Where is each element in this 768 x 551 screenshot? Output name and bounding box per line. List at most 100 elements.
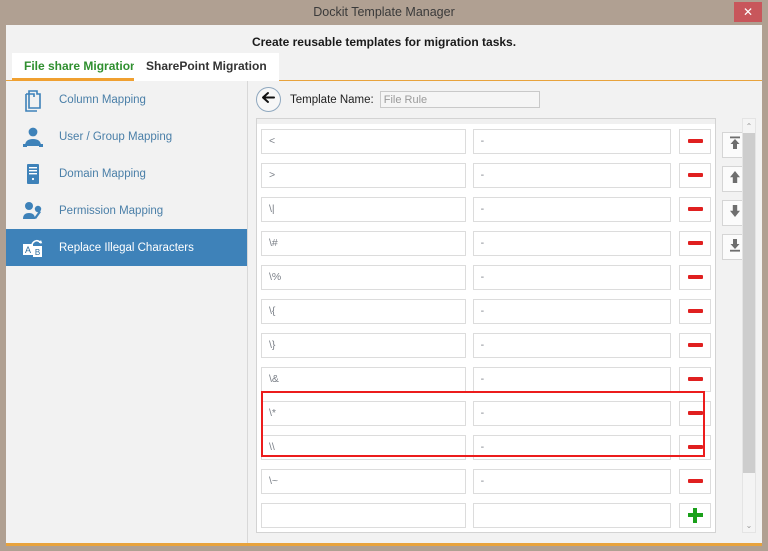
pattern-cell[interactable]: \~ (261, 468, 466, 494)
minus-icon (687, 377, 703, 381)
table-row: \% - (257, 260, 715, 294)
pattern-cell[interactable] (261, 502, 466, 528)
pattern-cell[interactable]: > (261, 162, 466, 188)
remove-rule-button[interactable] (679, 196, 711, 222)
content-frame: Create reusable templates for migration … (6, 25, 762, 546)
scrollbar-thumb[interactable] (743, 133, 755, 473)
move-up-icon (727, 169, 743, 190)
pattern-cell[interactable]: \* (261, 400, 466, 426)
move-to-bottom-icon (727, 237, 743, 258)
user-group-icon (20, 124, 46, 150)
remove-rule-button[interactable] (679, 264, 711, 290)
remove-rule-button[interactable] (679, 128, 711, 154)
scroll-up-icon[interactable]: ⌃ (743, 119, 755, 133)
replacement-cell[interactable]: - (472, 264, 672, 290)
pattern-cell[interactable]: \# (261, 230, 466, 256)
sidebar-item-column-mapping[interactable]: Column Mapping (6, 81, 247, 118)
replacement-cell[interactable]: - (472, 128, 672, 154)
replacement-cell[interactable]: - (472, 230, 672, 256)
sidebar-item-label: Column Mapping (59, 93, 146, 106)
sidebar-item-label: Permission Mapping (59, 204, 164, 217)
documents-icon (20, 87, 46, 113)
table-row: \{- (257, 294, 715, 328)
remove-rule-button[interactable] (679, 298, 711, 324)
replacement-cell[interactable]: - (472, 162, 672, 188)
grid-scrollbar[interactable]: ⌃ ⌄ (742, 118, 756, 533)
minus-icon (687, 343, 703, 347)
sidebar-item-permission-mapping[interactable]: Permission Mapping (6, 192, 247, 229)
remove-rule-button[interactable] (679, 230, 711, 256)
back-button[interactable] (256, 87, 281, 112)
minus-icon (687, 275, 703, 279)
sidebar-item-user-group-mapping[interactable]: User / Group Mapping (6, 118, 247, 155)
body: Column Mapping User / Group Mapping Doma… (6, 81, 762, 543)
permission-key-icon (20, 198, 46, 224)
remove-rule-button[interactable] (679, 468, 711, 494)
table-row: > - (257, 158, 715, 192)
move-to-top-icon (727, 135, 743, 156)
window-title: Dockit Template Manager (313, 5, 455, 19)
table-row: \* - (257, 396, 715, 430)
minus-icon (687, 411, 703, 415)
move-down-icon (727, 203, 743, 224)
pattern-cell[interactable]: \\ (261, 434, 466, 460)
sidebar: Column Mapping User / Group Mapping Doma… (6, 81, 248, 543)
minus-icon (687, 309, 703, 313)
tab-file-share-migration[interactable]: File share Migration (12, 53, 150, 81)
application-window: Dockit Template Manager ✕ Create reusabl… (0, 0, 768, 551)
replacement-cell[interactable]: - (472, 366, 672, 392)
pattern-cell[interactable]: \& (261, 366, 466, 392)
minus-icon (687, 241, 703, 245)
pattern-cell[interactable]: < (261, 128, 466, 154)
title-bar: Dockit Template Manager ✕ (0, 0, 768, 25)
tab-strip: File share Migration SharePoint Migratio… (6, 53, 762, 81)
remove-rule-button[interactable] (679, 332, 711, 358)
close-button[interactable]: ✕ (734, 2, 762, 22)
replacement-cell[interactable]: - (472, 400, 672, 426)
template-name-label: Template Name: (290, 93, 374, 106)
minus-icon (687, 479, 703, 483)
ab-replace-icon: A B (20, 235, 46, 261)
back-arrow-icon (261, 91, 276, 109)
remove-rule-button[interactable] (679, 162, 711, 188)
remove-rule-button[interactable] (679, 400, 711, 426)
table-row: \\ - (257, 430, 715, 464)
replacement-cell[interactable]: - (472, 434, 672, 460)
server-icon (20, 161, 46, 187)
minus-icon (687, 445, 703, 449)
pattern-cell[interactable]: \} (261, 332, 466, 358)
table-row: \| - (257, 192, 715, 226)
replacement-cell[interactable] (472, 502, 672, 528)
pattern-cell[interactable]: \% (261, 264, 466, 290)
sidebar-item-domain-mapping[interactable]: Domain Mapping (6, 155, 247, 192)
new-rule-row (257, 498, 715, 532)
template-name-input[interactable] (379, 91, 540, 108)
replacement-cell[interactable]: - (472, 298, 672, 324)
rules-grid: < - > - \| - \# - \% - \{- \} - \& - \* - \\ - \~ - (256, 118, 716, 533)
minus-icon (687, 173, 703, 177)
page-subtitle: Create reusable templates for migration … (251, 35, 517, 49)
scroll-down-icon[interactable]: ⌄ (743, 518, 755, 532)
pattern-cell[interactable]: \| (261, 196, 466, 222)
template-name-bar: Template Name: (248, 81, 762, 118)
plus-icon (687, 507, 703, 523)
replacement-cell[interactable]: - (472, 468, 672, 494)
table-row: < - (257, 124, 715, 158)
pattern-cell[interactable]: \{ (261, 298, 466, 324)
replacement-cell[interactable]: - (472, 196, 672, 222)
svg-text:A: A (25, 245, 31, 255)
add-rule-button[interactable] (679, 502, 711, 528)
main-panel: Template Name: <->-\|-\#-\%-\{-\}-\&-\*-… (248, 81, 762, 543)
remove-rule-button[interactable] (679, 366, 711, 392)
sidebar-item-label: User / Group Mapping (59, 130, 173, 143)
tab-sharepoint-migration[interactable]: SharePoint Migration (134, 53, 279, 81)
minus-icon (687, 139, 703, 143)
table-row: \} - (257, 328, 715, 362)
svg-text:B: B (35, 248, 40, 257)
replacement-cell[interactable]: - (472, 332, 672, 358)
sidebar-item-replace-illegal-characters[interactable]: A B Replace Illegal Characters (6, 229, 247, 266)
table-row: \~ - (257, 464, 715, 498)
remove-rule-button[interactable] (679, 434, 711, 460)
minus-icon (687, 207, 703, 211)
sidebar-item-label: Domain Mapping (59, 167, 146, 180)
